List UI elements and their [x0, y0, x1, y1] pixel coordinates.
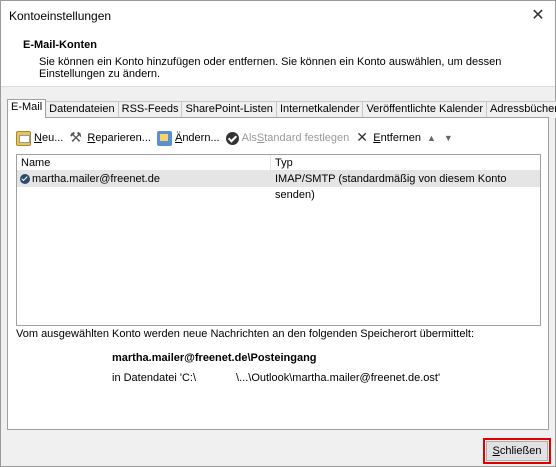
move-down-arrow-icon[interactable]: ▼	[444, 133, 453, 143]
set-default-button[interactable]: Als Standard festlegen	[225, 128, 349, 148]
close-button[interactable]: Schließen	[483, 438, 551, 464]
account-name: martha.mailer@freenet.de	[32, 173, 160, 185]
dialog-header: E-Mail-Konten Sie können ein Konto hinzu…	[1, 31, 555, 87]
account-toolbar: Neu... Reparieren... Ändern... Als Stand…	[16, 128, 461, 148]
window-title: Kontoeinstellungen	[9, 9, 112, 23]
new-account-button[interactable]: Neu...	[16, 128, 63, 148]
repair-tools-icon	[69, 129, 84, 146]
default-account-check-icon	[20, 174, 30, 184]
tab-published-calendars[interactable]: Veröffentlichte Kalender	[362, 101, 488, 118]
remove-button[interactable]: Entfernen	[355, 128, 421, 148]
title-bar: Kontoeinstellungen ✕	[1, 1, 555, 31]
delivery-info-text: Vom ausgewählten Konto werden neue Nachr…	[16, 328, 475, 340]
tab-strip: E-Mail Datendateien RSS-Feeds SharePoint…	[7, 99, 556, 118]
list-header: Name Typ	[17, 155, 540, 171]
tab-email[interactable]: E-Mail	[7, 99, 47, 118]
account-row[interactable]: martha.mailer@freenet.de IMAP/SMTP (stan…	[17, 171, 540, 201]
tab-data-files[interactable]: Datendateien	[45, 101, 119, 118]
header-title: E-Mail-Konten	[23, 39, 97, 51]
tab-address-books[interactable]: Adressbücher	[486, 101, 556, 118]
data-file-path: in Datendatei 'C:\ \...\Outlook\martha.ma…	[112, 372, 441, 384]
column-header-type[interactable]: Typ	[271, 155, 540, 170]
close-icon[interactable]: ✕	[525, 3, 551, 27]
account-list[interactable]: Name Typ martha.mailer@freenet.de IMAP/S…	[16, 154, 541, 326]
account-type: IMAP/SMTP (standardmäßig von diesem Kont…	[275, 173, 507, 201]
move-up-arrow-icon[interactable]: ▲	[427, 133, 436, 143]
tab-rss-feeds[interactable]: RSS-Feeds	[117, 101, 183, 118]
change-button[interactable]: Ändern...	[156, 128, 220, 148]
header-description: Sie können ein Konto hinzufügen oder ent…	[39, 56, 502, 80]
remove-x-icon	[355, 129, 370, 146]
tab-sharepoint-lists[interactable]: SharePoint-Listen	[181, 101, 277, 118]
account-settings-dialog: Kontoeinstellungen ✕ E-Mail-Konten Sie k…	[0, 0, 556, 467]
delivery-store-path: martha.mailer@freenet.de\Posteingang	[112, 352, 317, 364]
email-tab-panel: Neu... Reparieren... Ändern... Als Stand…	[7, 117, 549, 430]
new-account-icon	[16, 130, 31, 146]
repair-button[interactable]: Reparieren...	[69, 128, 151, 148]
tab-internet-calendars[interactable]: Internetkalender	[275, 101, 364, 118]
account-name-cell: martha.mailer@freenet.de	[17, 171, 271, 187]
column-header-name[interactable]: Name	[17, 155, 271, 170]
default-check-icon	[225, 131, 239, 145]
change-account-icon	[156, 130, 172, 146]
